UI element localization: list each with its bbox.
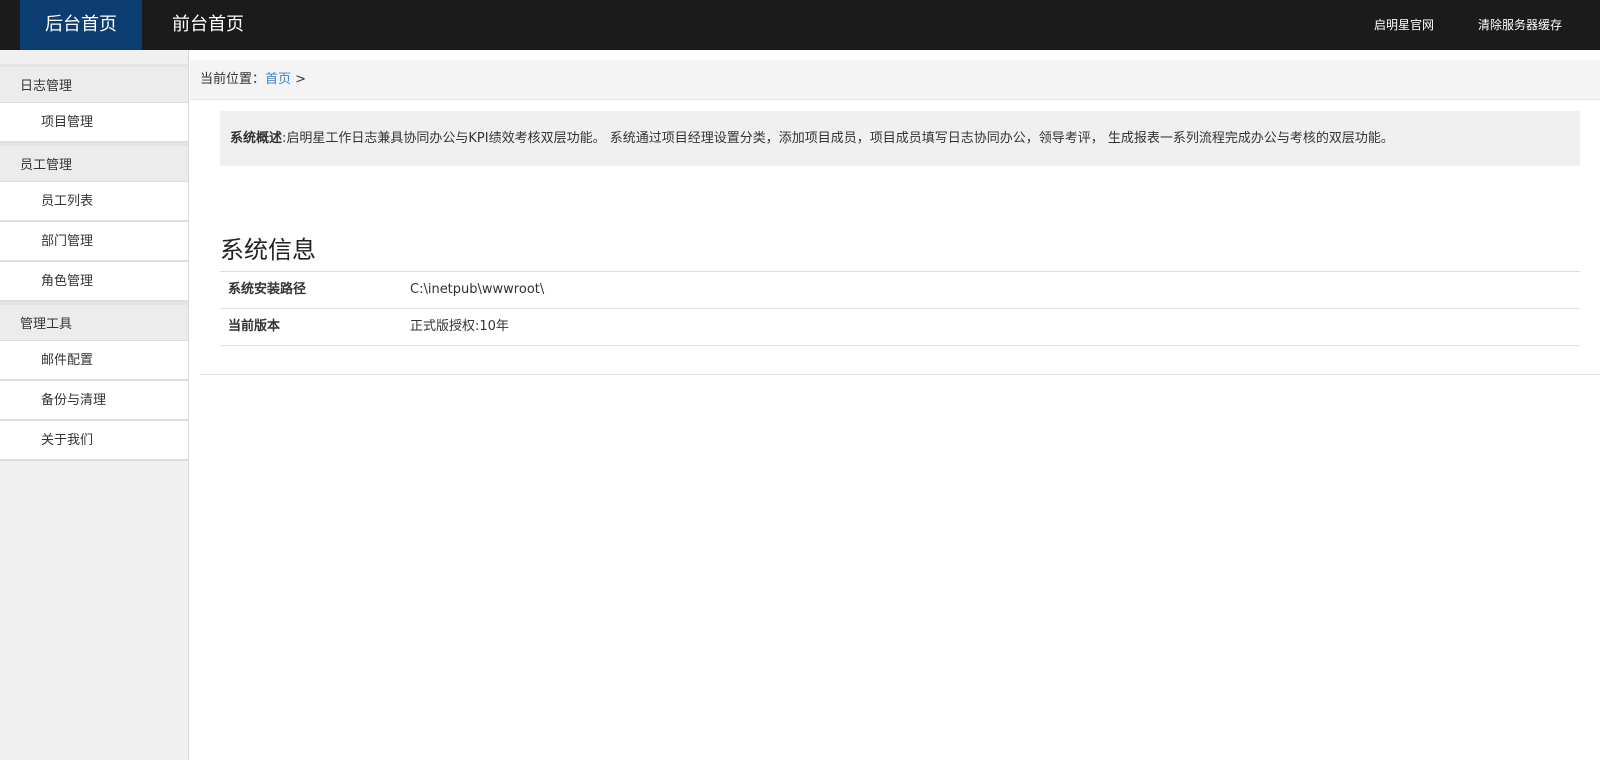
version-label: 当前版本 — [228, 319, 281, 334]
sidebar-item-mail-config[interactable]: 邮件配置 — [0, 341, 188, 381]
system-info-table: 系统安装路径 C:\inetpub\wwwroot\ 当前版本 正式版授权:10… — [220, 271, 1580, 346]
breadcrumb-home-link[interactable]: 首页 — [265, 72, 291, 87]
top-nav-right: 启明星官网 清除服务器缓存 — [1330, 0, 1562, 50]
sidebar: 日志管理 项目管理 员工管理 员工列表 部门管理 角色管理 管理工具 邮件配置 … — [0, 50, 189, 760]
section-title: 系统信息 — [220, 236, 316, 264]
breadcrumb-prefix: 当前位置： — [200, 72, 266, 87]
breadcrumb-separator: > — [295, 72, 307, 87]
table-row: 系统安装路径 C:\inetpub\wwwroot\ — [220, 272, 1580, 309]
overview-text: :启明星工作日志兼具协同办公与KPI绩效考核双层功能。 系统通过项目经理设置分类… — [282, 131, 1394, 146]
sidebar-item-projects[interactable]: 项目管理 — [0, 103, 188, 143]
clear-cache-link[interactable]: 清除服务器缓存 — [1478, 0, 1562, 50]
breadcrumb: 当前位置：首页 > — [190, 60, 1600, 100]
system-overview: 系统概述:启明星工作日志兼具协同办公与KPI绩效考核双层功能。 系统通过项目经理… — [220, 111, 1580, 166]
install-path-value: C:\inetpub\wwwroot\ — [410, 282, 545, 297]
top-nav-left: 后台首页 前台首页 — [20, 0, 274, 50]
nav-frontend-home[interactable]: 前台首页 — [142, 0, 274, 50]
sidebar-item-about[interactable]: 关于我们 — [0, 421, 188, 461]
install-path-label: 系统安装路径 — [228, 282, 307, 297]
table-row: 当前版本 正式版授权:10年 — [220, 309, 1580, 346]
top-navbar: 后台首页 前台首页 启明星官网 清除服务器缓存 — [0, 0, 1600, 50]
nav-backend-home[interactable]: 后台首页 — [20, 0, 142, 50]
divider — [200, 374, 1600, 375]
overview-label: 系统概述 — [230, 131, 283, 146]
sidebar-group-staff[interactable]: 员工管理 — [0, 143, 188, 182]
sidebar-item-backup[interactable]: 备份与清理 — [0, 381, 188, 421]
sidebar-item-departments[interactable]: 部门管理 — [0, 222, 188, 262]
sidebar-item-roles[interactable]: 角色管理 — [0, 262, 188, 302]
sidebar-item-staff-list[interactable]: 员工列表 — [0, 182, 188, 222]
sidebar-group-log[interactable]: 日志管理 — [0, 64, 188, 103]
version-value: 正式版授权:10年 — [410, 319, 509, 334]
sidebar-group-tools[interactable]: 管理工具 — [0, 302, 188, 341]
main-content: 当前位置：首页 > 系统概述:启明星工作日志兼具协同办公与KPI绩效考核双层功能… — [190, 50, 1600, 760]
official-site-link[interactable]: 启明星官网 — [1374, 0, 1434, 50]
